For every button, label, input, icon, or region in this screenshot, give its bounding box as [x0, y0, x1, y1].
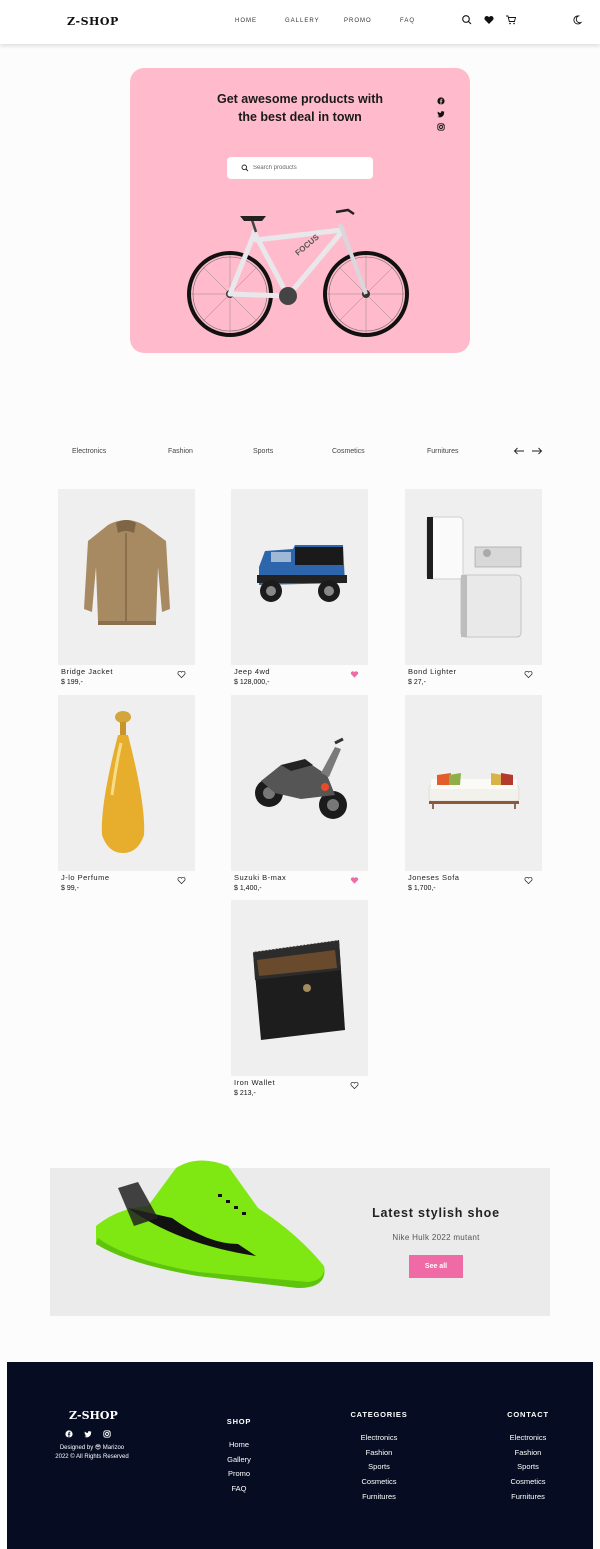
product-name: J-lo Perfume — [61, 873, 110, 882]
product-image[interactable] — [405, 695, 542, 871]
product-name: Bridge Jacket — [61, 667, 113, 676]
heart-filled-icon[interactable] — [350, 876, 359, 885]
footer-credits: Designed by 😎 Marizoo 2022 © All Rights … — [47, 1444, 137, 1462]
search-input[interactable] — [253, 162, 363, 174]
product-name: Joneses Sofa — [408, 873, 460, 882]
twitter-icon[interactable] — [84, 1430, 92, 1438]
footer-link-promo[interactable]: Promo — [217, 1467, 261, 1482]
product-image[interactable] — [405, 489, 542, 665]
product-card[interactable]: Suzuki B-max $ 1,400,- — [231, 695, 368, 892]
footer-social-links — [65, 1430, 115, 1440]
product-image[interactable] — [231, 489, 368, 665]
footer-shop-column: SHOP Home Gallery Promo FAQ — [217, 1417, 261, 1497]
hero-social-links — [437, 97, 447, 136]
footer-contact-furnitures[interactable]: Furnitures — [495, 1490, 561, 1505]
navbar: Z-SHOP HOME GALLERY PROMO FAQ — [0, 0, 600, 44]
heart-filled-icon[interactable] — [350, 670, 359, 679]
moon-icon[interactable] — [571, 14, 583, 26]
twitter-icon[interactable] — [437, 110, 445, 118]
footer-link-gallery[interactable]: Gallery — [217, 1453, 261, 1468]
hero-title: Get awesome products with the best deal … — [216, 92, 383, 124]
nav-link-home[interactable]: HOME — [235, 18, 257, 24]
facebook-icon[interactable] — [437, 97, 445, 105]
heart-outline-icon[interactable] — [350, 1081, 359, 1090]
product-name: Jeep 4wd — [234, 667, 271, 676]
see-all-button[interactable]: See all — [409, 1255, 463, 1278]
product-card[interactable]: Bridge Jacket $ 199,- — [58, 489, 195, 686]
category-sports[interactable]: Sports — [253, 448, 273, 455]
product-price: $ 1,700,- — [408, 885, 436, 892]
product-price: $ 99,- — [61, 885, 79, 892]
footer-logo[interactable]: Z-SHOP — [69, 1409, 118, 1422]
product-image[interactable] — [231, 695, 368, 871]
category-cosmetics[interactable]: Cosmetics — [332, 448, 365, 455]
product-card[interactable]: Jeep 4wd $ 128,000,- — [231, 489, 368, 686]
product-price: $ 213,- — [234, 1090, 256, 1097]
footer-link-sports[interactable]: Sports — [343, 1460, 415, 1475]
arrow-left-icon[interactable] — [513, 446, 525, 456]
product-image[interactable] — [231, 900, 368, 1076]
product-image[interactable] — [58, 695, 195, 871]
hero-search-box — [227, 157, 373, 179]
nav-link-faq[interactable]: FAQ — [400, 18, 415, 24]
search-icon[interactable] — [461, 14, 473, 26]
footer-link-faq[interactable]: FAQ — [217, 1482, 261, 1497]
footer-contact-electronics[interactable]: Electronics — [495, 1431, 561, 1446]
footer-shop-heading: SHOP — [226, 1417, 252, 1426]
footer-contact-column: CONTACT Electronics Fashion Sports Cosme… — [495, 1410, 561, 1505]
designed-by-text: Designed by 😎 Marizoo — [59, 1445, 125, 1451]
copyright-text: 2022 © All Rights Reserved — [55, 1454, 129, 1460]
heart-outline-icon[interactable] — [177, 876, 186, 885]
promo-title: Latest stylish shoe — [372, 1206, 500, 1220]
site-logo[interactable]: Z-SHOP — [67, 15, 119, 28]
arrow-right-icon[interactable] — [531, 446, 543, 456]
hero-banner: Get awesome products with the best deal … — [130, 68, 470, 353]
nav-link-gallery[interactable]: GALLERY — [285, 18, 320, 24]
product-price: $ 1,400,- — [234, 885, 262, 892]
heart-outline-icon[interactable] — [524, 876, 533, 885]
nav-link-promo[interactable]: PROMO — [344, 18, 372, 24]
footer-link-fashion[interactable]: Fashion — [343, 1446, 415, 1461]
product-name: Suzuki B-max — [234, 873, 287, 882]
cart-icon[interactable] — [505, 14, 517, 26]
footer-contact-heading: CONTACT — [507, 1410, 549, 1419]
footer: Z-SHOP Designed by 😎 Marizoo 2022 © All … — [7, 1362, 593, 1549]
product-name: Iron Wallet — [234, 1078, 276, 1087]
product-image[interactable] — [58, 489, 195, 665]
promo-subtitle: Nike Hulk 2022 mutant — [392, 1233, 480, 1242]
footer-categories-heading: CATEGORIES — [350, 1410, 408, 1419]
category-furnitures[interactable]: Furnitures — [427, 448, 459, 455]
category-electronics[interactable]: Electronics — [72, 448, 106, 455]
product-name: Bond Lighter — [408, 667, 457, 676]
instagram-icon[interactable] — [103, 1430, 111, 1438]
instagram-icon[interactable] — [437, 123, 445, 131]
product-card[interactable]: Bond Lighter $ 27,- — [405, 489, 542, 686]
footer-contact-cosmetics[interactable]: Cosmetics — [495, 1475, 561, 1490]
footer-contact-sports[interactable]: Sports — [495, 1460, 561, 1475]
bicycle-image: FOCUS — [187, 208, 409, 337]
shoe-image — [96, 1160, 325, 1288]
heart-outline-icon[interactable] — [524, 670, 533, 679]
footer-categories-column: CATEGORIES Electronics Fashion Sports Co… — [343, 1410, 415, 1505]
search-icon[interactable] — [241, 164, 249, 172]
product-price: $ 199,- — [61, 679, 83, 686]
footer-link-furnitures[interactable]: Furnitures — [343, 1490, 415, 1505]
footer-link-home[interactable]: Home — [217, 1438, 261, 1453]
product-price: $ 27,- — [408, 679, 426, 686]
heart-icon[interactable] — [483, 14, 495, 26]
product-card[interactable]: J-lo Perfume $ 99,- — [58, 695, 195, 892]
footer-link-electronics[interactable]: Electronics — [343, 1431, 415, 1446]
product-card[interactable]: Iron Wallet $ 213,- — [231, 900, 368, 1097]
heart-outline-icon[interactable] — [177, 670, 186, 679]
footer-contact-fashion[interactable]: Fashion — [495, 1446, 561, 1461]
product-price: $ 128,000,- — [234, 679, 270, 686]
facebook-icon[interactable] — [65, 1430, 73, 1438]
category-fashion[interactable]: Fashion — [168, 448, 193, 455]
footer-link-cosmetics[interactable]: Cosmetics — [343, 1475, 415, 1490]
promo-banner: Latest stylish shoe Nike Hulk 2022 mutan… — [50, 1160, 550, 1316]
product-card[interactable]: Joneses Sofa $ 1,700,- — [405, 695, 542, 892]
